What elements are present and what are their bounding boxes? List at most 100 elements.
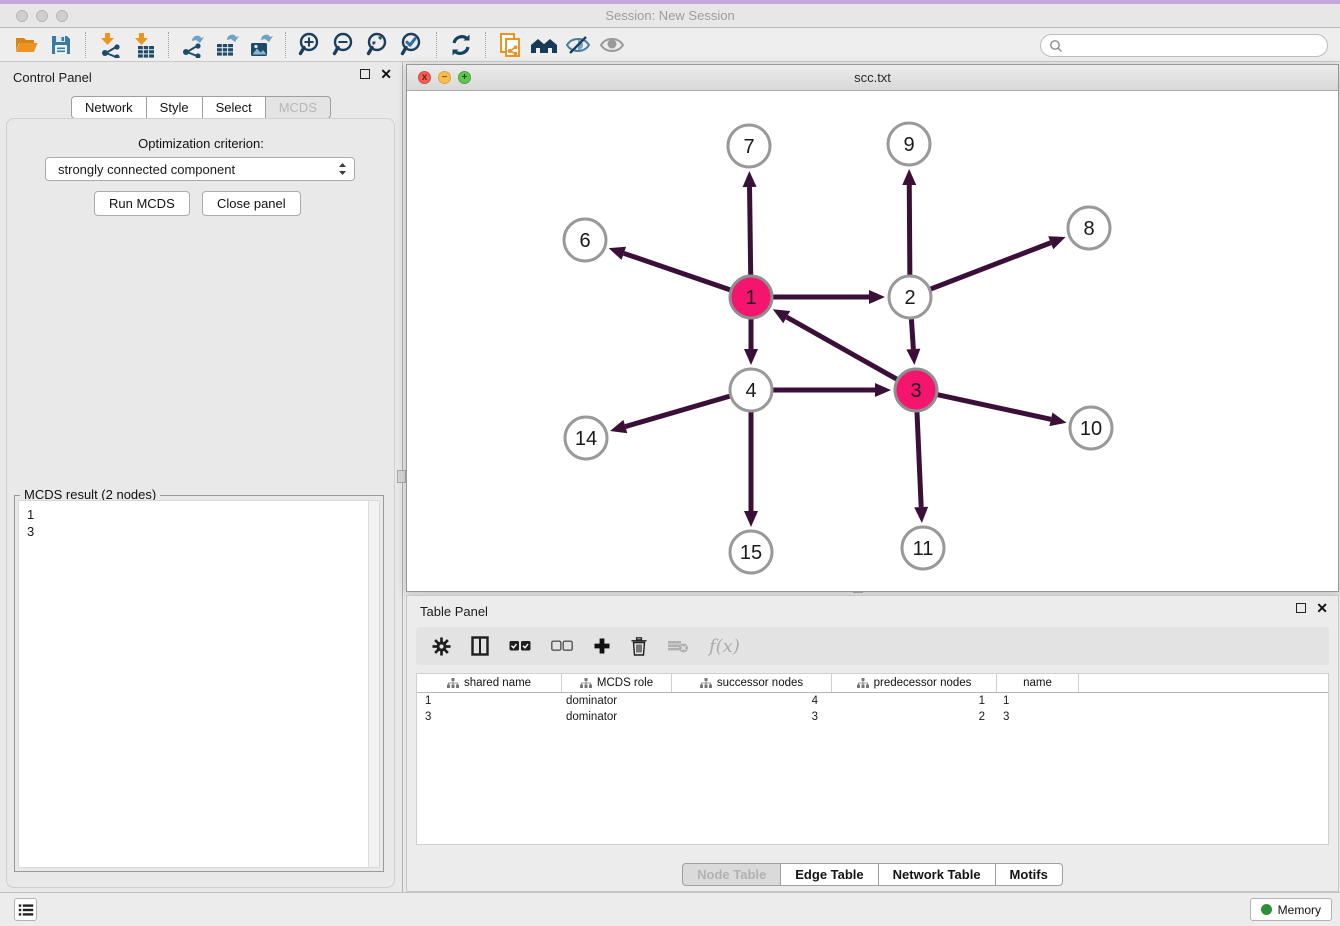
export-image-button[interactable] [244, 30, 278, 60]
show-details-button[interactable] [595, 30, 629, 60]
zoom-fit-button[interactable] [361, 30, 395, 60]
unchecked-boxes-icon [551, 640, 573, 652]
task-history-button[interactable] [14, 898, 37, 921]
graph-edge-3-11[interactable] [917, 412, 921, 507]
show-columns-button[interactable] [471, 636, 489, 656]
zoom-selected-button[interactable] [395, 30, 429, 60]
tab-node-table[interactable]: Node Table [682, 863, 781, 886]
graph-node-label: 1 [745, 287, 756, 309]
open-session-button[interactable] [10, 30, 44, 60]
memory-label: Memory [1278, 903, 1321, 917]
run-mcds-button[interactable]: Run MCDS [94, 191, 190, 216]
save-session-button[interactable] [44, 30, 78, 60]
tab-mcds[interactable]: MCDS [266, 96, 331, 119]
home-icon [529, 33, 559, 57]
close-table-panel-icon[interactable]: ✕ [1316, 603, 1328, 613]
tab-style[interactable]: Style [147, 96, 203, 119]
mcds-result-textarea[interactable]: 1 3 [18, 500, 380, 868]
import-network-button[interactable] [93, 30, 127, 60]
graph-edge-2-9[interactable] [909, 185, 910, 275]
deselect-all-button[interactable] [551, 640, 573, 652]
column-header-successor-nodes[interactable]: successor nodes [672, 674, 832, 692]
cell-successor-nodes[interactable]: 4 [672, 695, 832, 707]
tab-network-table[interactable]: Network Table [879, 863, 996, 886]
zoom-out-icon [331, 32, 357, 58]
node-table[interactable]: shared name MCDS role successor nodes pr… [416, 673, 1329, 845]
select-all-button[interactable] [509, 640, 531, 652]
graph-edge-2-3[interactable] [911, 319, 913, 349]
hierarchy-icon [857, 678, 869, 688]
column-header-predecessor-nodes[interactable]: predecessor nodes [832, 674, 997, 692]
control-panel: Control Panel ✕ Network Style Select MCD… [0, 62, 403, 892]
float-panel-icon[interactable] [360, 69, 370, 79]
tab-edge-table[interactable]: Edge Table [781, 863, 878, 886]
toolbar-separator [436, 32, 437, 58]
search-input[interactable] [1063, 37, 1327, 55]
export-network-button[interactable] [176, 30, 210, 60]
tab-motifs[interactable]: Motifs [996, 863, 1063, 886]
graph-edge-arrowhead [914, 507, 928, 523]
zoom-out-button[interactable] [327, 30, 361, 60]
app-titlebar: Session: New Session [0, 4, 1340, 28]
stepper-arrows-icon [337, 161, 348, 177]
eye-icon [598, 33, 626, 57]
gear-icon [432, 637, 451, 656]
cell-mcds-role[interactable]: dominator [562, 711, 672, 723]
memory-button[interactable]: Memory [1250, 898, 1332, 921]
export-table-button[interactable] [210, 30, 244, 60]
home-overview-button[interactable] [527, 30, 561, 60]
graph-edge-4-14[interactable] [625, 396, 730, 426]
table-settings-button[interactable] [432, 637, 451, 656]
graph-node-label: 3 [910, 380, 921, 402]
column-header-name[interactable]: name [997, 674, 1079, 692]
control-panel-title: Control Panel [13, 70, 92, 85]
import-table-button[interactable] [127, 30, 161, 60]
graph-edge-2-8[interactable] [931, 243, 1051, 289]
vertical-splitter-handle[interactable] [397, 470, 406, 483]
cell-successor-nodes[interactable]: 3 [672, 711, 832, 723]
tab-select[interactable]: Select [203, 96, 266, 119]
graph-edge-1-7[interactable] [750, 187, 751, 275]
table-row[interactable]: 3 dominator 3 2 3 [417, 709, 1328, 725]
cell-mcds-role[interactable]: dominator [562, 695, 672, 707]
network-window-titlebar[interactable]: x − + scc.txt [407, 65, 1338, 91]
network-graph[interactable]: 7968124314101511 [407, 91, 1338, 592]
graph-edge-1-6[interactable] [624, 253, 730, 290]
close-panel-button[interactable]: Close panel [202, 191, 301, 216]
table-tabbar: Node Table Edge Table Network Table Moti… [682, 863, 1063, 886]
graph-edge-arrowhead [906, 349, 920, 365]
refresh-layout-button[interactable] [444, 30, 478, 60]
zoom-selected-icon [399, 32, 425, 58]
cell-predecessor-nodes[interactable]: 1 [832, 695, 997, 707]
hide-details-button[interactable] [561, 30, 595, 60]
toolbar-separator [285, 32, 286, 58]
column-header-mcds-role[interactable]: MCDS role [562, 674, 672, 692]
optimization-criterion-select[interactable]: strongly connected component [45, 157, 355, 181]
add-column-button[interactable] [593, 637, 611, 655]
tab-network[interactable]: Network [71, 96, 147, 119]
search-field[interactable] [1040, 34, 1328, 57]
cell-name[interactable]: 1 [997, 695, 1079, 707]
table-row[interactable]: 1 dominator 4 1 1 [417, 693, 1328, 709]
graph-node-label: 10 [1080, 418, 1102, 440]
graph-edge-3-1[interactable] [787, 317, 897, 379]
graph-edge-3-10[interactable] [937, 395, 1050, 420]
cell-shared-name[interactable]: 1 [417, 695, 562, 707]
result-scrollbar[interactable] [368, 501, 379, 867]
column-label: predecessor nodes [874, 677, 972, 689]
cell-name[interactable]: 3 [997, 711, 1079, 723]
graph-edge-arrowhead [869, 290, 885, 304]
export-network-icon [180, 32, 206, 58]
zoom-in-button[interactable] [293, 30, 327, 60]
column-header-shared-name[interactable]: shared name [417, 674, 562, 692]
float-table-panel-icon[interactable] [1296, 603, 1306, 613]
mcds-result-group: MCDS result (2 nodes) 1 3 [14, 495, 384, 872]
duplicate-network-button[interactable] [493, 30, 527, 60]
cell-predecessor-nodes[interactable]: 2 [832, 711, 997, 723]
network-canvas[interactable]: 7968124314101511 [407, 91, 1338, 591]
delete-column-button[interactable] [631, 637, 647, 656]
close-panel-icon[interactable]: ✕ [380, 69, 392, 79]
optimization-criterion-label: Optimization criterion: [0, 136, 402, 151]
cell-shared-name[interactable]: 3 [417, 711, 562, 723]
graph-edge-arrowhead [875, 383, 891, 397]
